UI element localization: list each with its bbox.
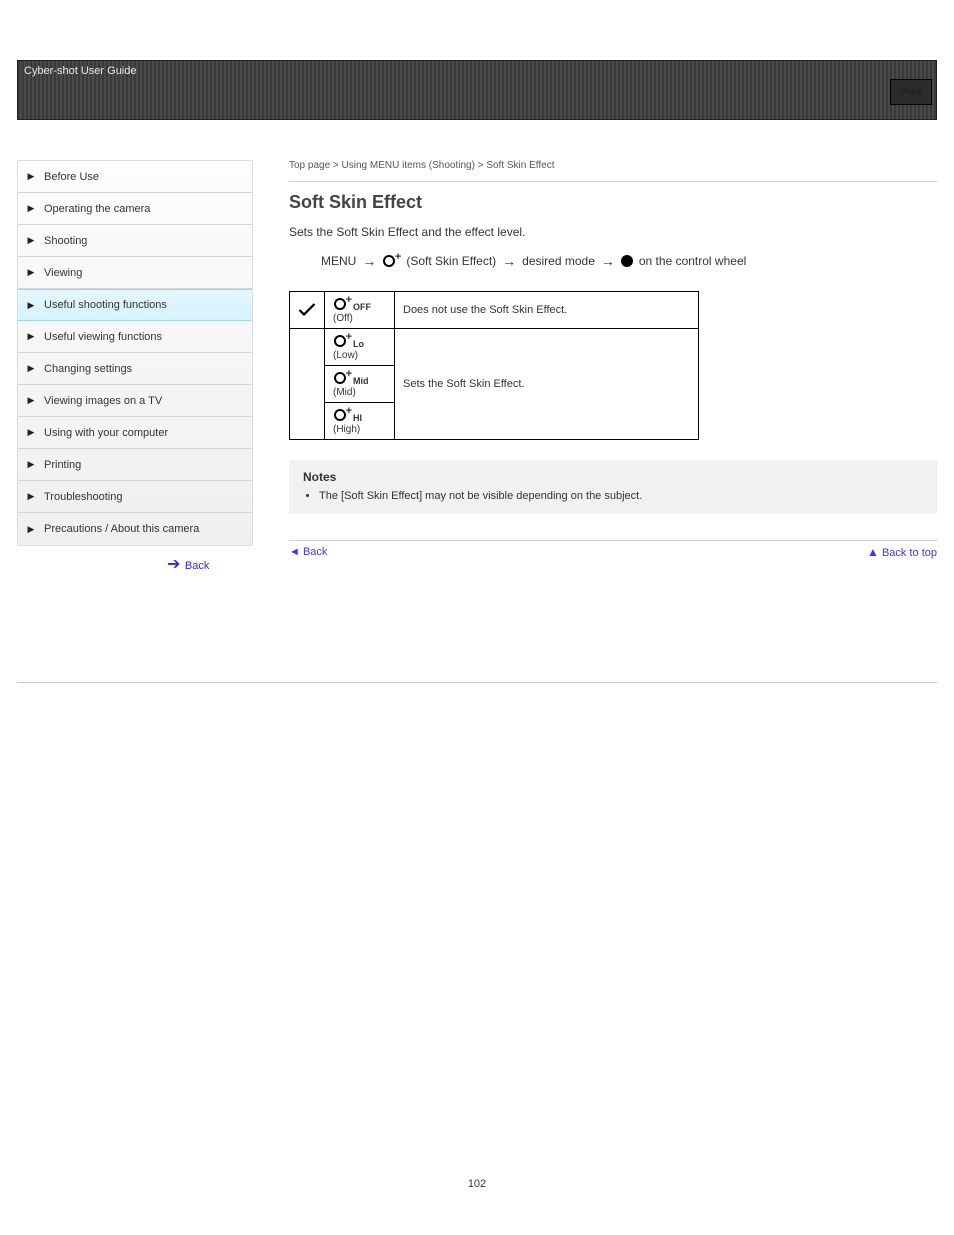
note-heading: Notes (303, 470, 923, 484)
sidebar-item-label: Precautions / About this camera (44, 523, 199, 535)
sidebar-item-label: Shooting (44, 235, 87, 247)
sidebar-item-label: Before Use (44, 171, 99, 183)
sidebar-item-viewing[interactable]: ▶ Viewing (18, 257, 252, 289)
path-step-wheel: on the control wheel (639, 254, 746, 268)
divider (17, 682, 937, 683)
sidebar-item-useful-viewing[interactable]: ▶ Useful viewing functions (18, 321, 252, 353)
table-row: + OFF (Off) Does not use the Soft Skin E… (290, 292, 699, 329)
sidebar-back-button[interactable]: ➔ Back (17, 554, 253, 574)
sidebar-item-viewing-tv[interactable]: ▶ Viewing images on a TV (18, 385, 252, 417)
page-number: 102 (0, 1178, 954, 1190)
option-desc: Sets the Soft Skin Effect. (395, 329, 699, 440)
print-button-label: Print (901, 87, 922, 98)
footer-row: ◄ Back ▲ Back to top (289, 545, 937, 559)
sidebar-item-label: Viewing images on a TV (44, 395, 162, 407)
footer-back-label: Back (303, 546, 327, 558)
option-label: (High) (333, 424, 360, 435)
table-row: + Lo (Low) Sets the Soft Skin Effect. (290, 329, 699, 366)
back-to-top-label: Back to top (882, 547, 937, 559)
sidebar: ▶ Before Use ▶ Operating the camera ▶ Sh… (17, 160, 253, 546)
note-block: Notes The [Soft Skin Effect] may not be … (289, 460, 937, 514)
arrow-right-icon: → (502, 253, 516, 269)
menu-path-row: MENU → + (Soft Skin Effect) → desired mo… (289, 253, 937, 269)
arrow-right-icon: ➔ (167, 556, 180, 573)
arrow-right-icon: → (601, 253, 615, 269)
sidebar-item-label: Viewing (44, 267, 82, 279)
sidebar-item-label: Troubleshooting (44, 491, 122, 503)
sidebar-item-using-computer[interactable]: ▶ Using with your computer (18, 417, 252, 449)
option-label: (Off) (333, 313, 353, 324)
sidebar-item-label: Using with your computer (44, 427, 168, 439)
path-step-menu: MENU (321, 254, 356, 268)
triangle-up-icon: ▲ (867, 545, 879, 559)
arrow-right-icon: → (362, 253, 376, 269)
sidebar-item-useful-shooting[interactable]: ▶ Useful shooting functions (18, 289, 252, 321)
note-item: The [Soft Skin Effect] may not be visibl… (319, 490, 923, 502)
back-to-top-link[interactable]: ▲ Back to top (863, 545, 937, 559)
divider (289, 181, 937, 182)
sidebar-item-shooting[interactable]: ▶ Shooting (18, 225, 252, 257)
option-desc: Does not use the Soft Skin Effect. (395, 292, 699, 329)
options-table: + OFF (Off) Does not use the Soft Skin E… (289, 291, 699, 440)
sidebar-item-changing-settings[interactable]: ▶ Changing settings (18, 353, 252, 385)
option-icon-high: + HI (333, 407, 386, 423)
sidebar-item-precautions[interactable]: ▶ Precautions / About this camera (18, 513, 252, 545)
soft-skin-icon: + (382, 253, 400, 269)
chevron-right-icon: ▶ (26, 459, 36, 470)
option-label: (Mid) (333, 387, 356, 398)
chevron-right-icon: ▶ (26, 235, 36, 246)
chevron-right-icon: ▶ (26, 171, 36, 182)
chevron-right-icon: ▶ (26, 395, 36, 406)
chevron-right-icon: ▶ (26, 331, 36, 342)
chevron-right-icon: ▶ (26, 427, 36, 438)
option-label: (Low) (333, 350, 358, 361)
chevron-right-icon: ▶ (26, 491, 36, 502)
path-step-label: (Soft Skin Effect) (406, 254, 496, 268)
sidebar-item-label: Changing settings (44, 363, 132, 375)
sidebar-item-before-use[interactable]: ▶ Before Use (18, 161, 252, 193)
page-title: Soft Skin Effect (289, 192, 937, 213)
sidebar-item-label: Useful shooting functions (44, 299, 167, 311)
sidebar-item-label: Printing (44, 459, 81, 471)
option-icon-low: + Lo (333, 333, 386, 349)
note-list: The [Soft Skin Effect] may not be visibl… (319, 490, 923, 502)
path-step-mode: desired mode (522, 254, 595, 268)
control-wheel-center-icon (621, 255, 633, 267)
sidebar-item-printing[interactable]: ▶ Printing (18, 449, 252, 481)
chevron-right-icon: ▶ (26, 267, 36, 278)
sidebar-back-label: Back (185, 560, 209, 572)
option-icon-mid: + Mid (333, 370, 386, 386)
sidebar-item-label: Useful viewing functions (44, 331, 162, 343)
page-description: Sets the Soft Skin Effect and the effect… (289, 225, 937, 239)
chevron-right-icon: ▶ (26, 203, 36, 214)
chevron-right-icon: ▶ (26, 524, 36, 535)
header-band: Cyber-shot User Guide Print (17, 60, 937, 120)
divider (289, 540, 937, 541)
sidebar-item-operating-camera[interactable]: ▶ Operating the camera (18, 193, 252, 225)
sidebar-item-label: Operating the camera (44, 203, 150, 215)
sidebar-item-troubleshooting[interactable]: ▶ Troubleshooting (18, 481, 252, 513)
breadcrumb: Top page > Using MENU items (Shooting) >… (289, 160, 937, 171)
chevron-right-icon: ▶ (26, 363, 36, 374)
chevron-right-icon: ▶ (26, 300, 36, 311)
footer-back-link[interactable]: ◄ Back (289, 546, 327, 558)
print-button[interactable]: Print (890, 79, 932, 105)
option-icon-off: + OFF (333, 296, 386, 312)
header-title: Cyber-shot User Guide (24, 65, 137, 77)
arrow-left-icon: ◄ (289, 546, 300, 558)
checkmark-icon (298, 303, 316, 317)
